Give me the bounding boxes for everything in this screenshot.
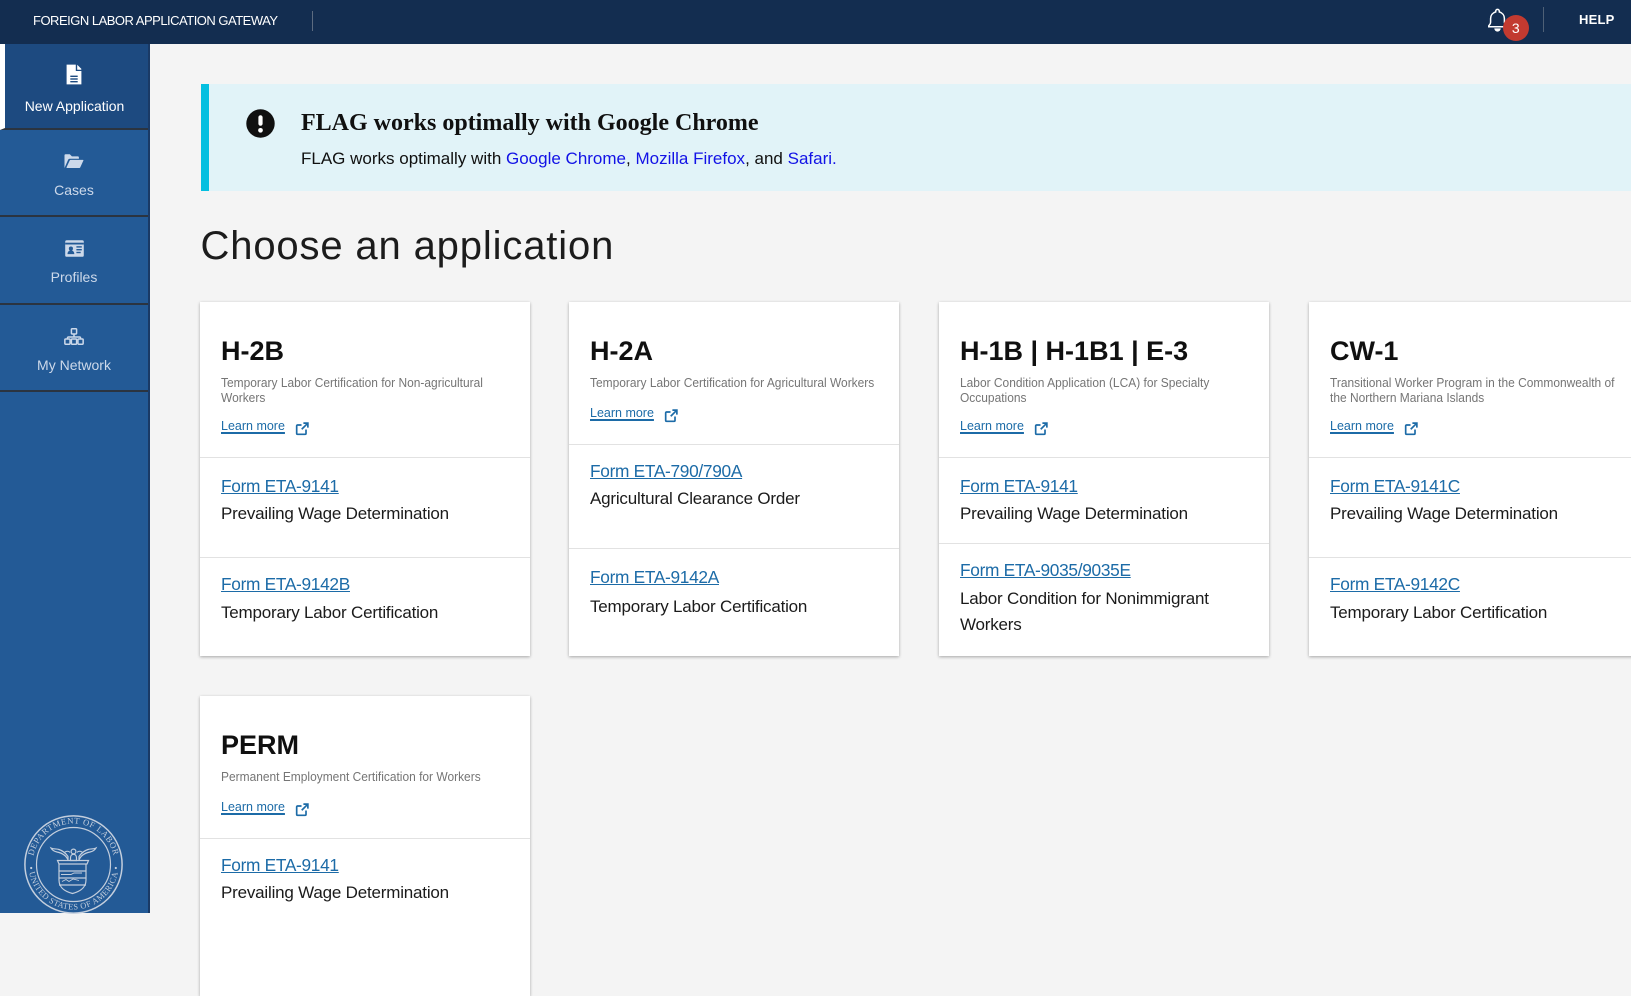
svg-text:UNITED STATES OF AMERICA: UNITED STATES OF AMERICA <box>27 871 120 912</box>
svg-text:DEPARTMENT OF LABOR: DEPARTMENT OF LABOR <box>26 815 122 856</box>
